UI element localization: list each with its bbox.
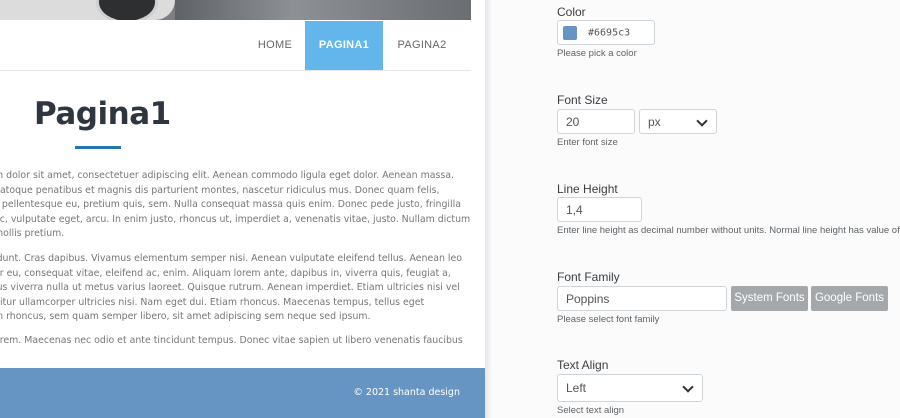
font-family-value: Poppins [566,291,610,306]
font-size-input[interactable]: 20 [557,109,635,134]
line-height-value: 1,4 [566,202,583,217]
text-align-select[interactable]: Left [557,374,703,402]
text-align-hint: Select text align [557,405,625,416]
paragraph-line: m rhoncus, sem quam semper libero, sit a… [0,311,371,322]
preview-footer: © 2021 shanta design [0,368,485,418]
paragraph-1: m dolor sit amet, consectetuer adipiscin… [0,169,472,242]
google-fonts-button[interactable]: Google Fonts [811,286,888,311]
font-family-hint: Please select font family [557,314,660,325]
nav-pagina1-active[interactable]: PAGINA1 [305,21,383,70]
chevron-down-icon [696,115,708,127]
font-size-label: Font Size [557,93,608,107]
font-size-hint: Enter font size [557,137,618,148]
car-wheel [96,0,158,20]
paragraph-line: mollis pretium. [0,228,65,239]
line-height-label: Line Height [557,182,618,196]
paragraph-line: idunt. Cras dapibus. Vivamus elementum s… [0,253,463,264]
font-family-input[interactable]: Poppins [557,286,727,311]
paragraph-line: natoque penatibus et magnis dis parturie… [0,184,440,196]
paragraph-3: orem. Maecenas nec odio et ante tincidun… [0,334,472,349]
color-picker-field[interactable]: #6695c3 [557,20,655,45]
hero-image [0,0,471,20]
page-title: Pagina1 [34,96,171,132]
page-preview: HOME PAGINA1 PAGINA2 Pagina1 m dolor sit… [0,0,485,418]
text-align-value: Left [566,381,587,395]
color-hint: Please pick a color [557,48,637,59]
chevron-down-icon [682,381,694,393]
system-fonts-button[interactable]: System Fonts [731,286,808,311]
preview-nav: HOME PAGINA1 PAGINA2 [0,21,471,71]
title-underline [75,146,121,149]
paragraph-line: lus viverra nulla ut metus varius laoree… [0,282,460,293]
settings-panel: Color #6695c3 Please pick a color Font S… [491,0,900,418]
paragraph-line: or eu, consequat vitae, eleifend ac, eni… [0,267,451,279]
color-value: #6695c3 [588,27,631,38]
line-height-input[interactable]: 1,4 [557,197,642,222]
hero-background [175,0,471,20]
paragraph-line: bitur ullamcorper ultricies nisi. Nam eg… [0,296,425,308]
nav-pagina2[interactable]: PAGINA2 [383,21,461,70]
line-height-hint: Enter line height as decimal number with… [557,225,900,236]
paragraph-line: s pellentesque eu, pretium quis, sem. Nu… [0,199,461,210]
font-size-value: 20 [566,114,580,129]
color-label: Color [557,5,586,19]
font-family-label: Font Family [557,270,620,284]
paragraph-line: m dolor sit amet, consectetuer adipiscin… [0,170,454,181]
text-align-label: Text Align [557,358,609,372]
font-size-unit-select[interactable]: px [639,109,717,134]
paragraph-line: ec, vulputate eget, arcu. In enim justo,… [0,213,471,225]
paragraph-line: orem. Maecenas nec odio et ante tincidun… [0,335,463,346]
footer-copyright: © 2021 shanta design [353,387,460,398]
paragraph-2: idunt. Cras dapibus. Vivamus elementum s… [0,252,472,325]
font-size-unit-value: px [648,114,661,129]
color-swatch[interactable] [563,26,577,40]
nav-home[interactable]: HOME [245,21,305,70]
